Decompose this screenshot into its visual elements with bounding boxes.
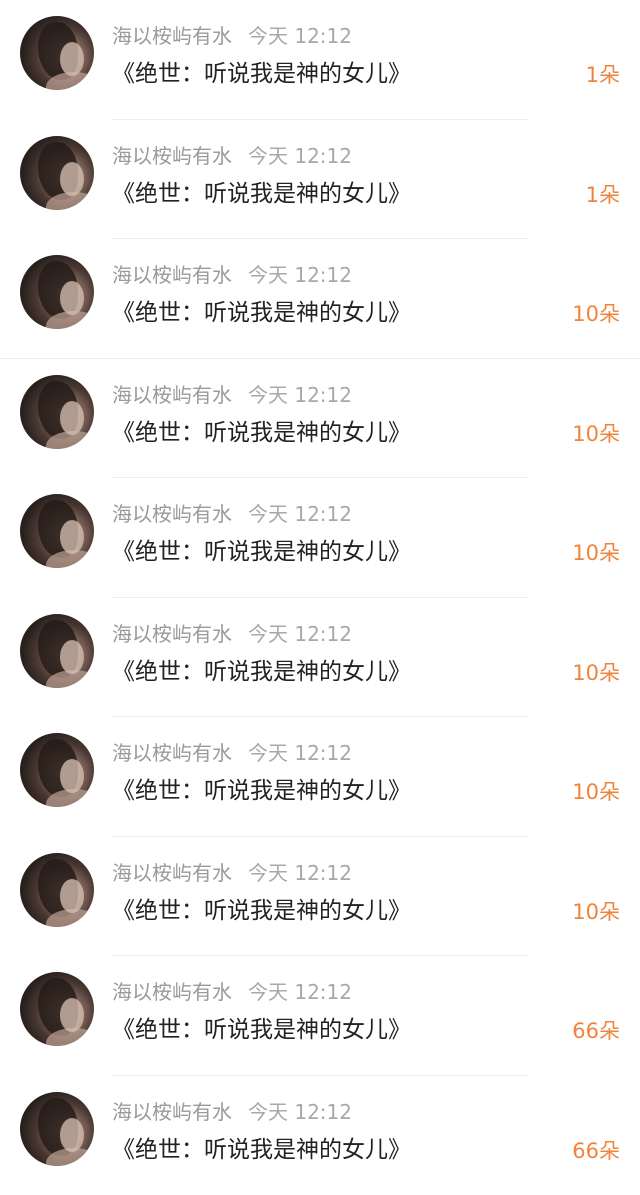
flower-count: 10朵 (572, 540, 620, 566)
list-item[interactable]: 海以桉屿有水今天 12:12 《绝世：听说我是神的女儿》 10朵 (0, 837, 640, 957)
author-name[interactable]: 海以桉屿有水 (112, 741, 232, 765)
flower-count: 10朵 (572, 301, 620, 327)
book-title[interactable]: 《绝世：听说我是神的女儿》 (112, 1016, 411, 1044)
timestamp: 今天 12:12 (248, 980, 352, 1004)
book-title[interactable]: 《绝世：听说我是神的女儿》 (112, 180, 411, 208)
book-title[interactable]: 《绝世：听说我是神的女儿》 (112, 299, 411, 327)
author-name[interactable]: 海以桉屿有水 (112, 144, 232, 168)
author-name[interactable]: 海以桉屿有水 (112, 263, 232, 287)
avatar[interactable] (20, 1092, 94, 1166)
timestamp: 今天 12:12 (248, 144, 352, 168)
item-meta: 海以桉屿有水今天 12:12 (112, 24, 352, 48)
timestamp: 今天 12:12 (248, 24, 352, 48)
item-meta: 海以桉屿有水今天 12:12 (112, 741, 352, 765)
avatar[interactable] (20, 255, 94, 329)
flower-count: 1朵 (586, 182, 620, 208)
flower-count: 10朵 (572, 899, 620, 925)
flower-count: 66朵 (572, 1138, 620, 1164)
flower-count: 10朵 (572, 660, 620, 686)
author-name[interactable]: 海以桉屿有水 (112, 622, 232, 646)
avatar[interactable] (20, 733, 94, 807)
book-title[interactable]: 《绝世：听说我是神的女儿》 (112, 1136, 411, 1164)
book-title[interactable]: 《绝世：听说我是神的女儿》 (112, 658, 411, 686)
book-title[interactable]: 《绝世：听说我是神的女儿》 (112, 897, 411, 925)
list-item[interactable]: 海以桉屿有水今天 12:12 《绝世：听说我是神的女儿》 10朵 (0, 717, 640, 837)
item-meta: 海以桉屿有水今天 12:12 (112, 502, 352, 526)
list-item[interactable]: 海以桉屿有水今天 12:12 《绝世：听说我是神的女儿》 10朵 (0, 239, 640, 359)
avatar[interactable] (20, 494, 94, 568)
author-name[interactable]: 海以桉屿有水 (112, 383, 232, 407)
item-meta: 海以桉屿有水今天 12:12 (112, 622, 352, 646)
flower-count: 10朵 (572, 421, 620, 447)
item-meta: 海以桉屿有水今天 12:12 (112, 980, 352, 1004)
avatar[interactable] (20, 853, 94, 927)
avatar[interactable] (20, 375, 94, 449)
item-meta: 海以桉屿有水今天 12:12 (112, 1100, 352, 1124)
list-item[interactable]: 海以桉屿有水今天 12:12 《绝世：听说我是神的女儿》 10朵 (0, 359, 640, 479)
avatar[interactable] (20, 614, 94, 688)
list-item[interactable]: 海以桉屿有水今天 12:12 《绝世：听说我是神的女儿》 66朵 (0, 956, 640, 1076)
timestamp: 今天 12:12 (248, 383, 352, 407)
book-title[interactable]: 《绝世：听说我是神的女儿》 (112, 60, 411, 88)
timestamp: 今天 12:12 (248, 263, 352, 287)
author-name[interactable]: 海以桉屿有水 (112, 980, 232, 1004)
timestamp: 今天 12:12 (248, 502, 352, 526)
item-meta: 海以桉屿有水今天 12:12 (112, 263, 352, 287)
list-item[interactable]: 海以桉屿有水今天 12:12 《绝世：听说我是神的女儿》 10朵 (0, 598, 640, 718)
author-name[interactable]: 海以桉屿有水 (112, 502, 232, 526)
item-meta: 海以桉屿有水今天 12:12 (112, 383, 352, 407)
list-item[interactable]: 海以桉屿有水今天 12:12 《绝世：听说我是神的女儿》 10朵 (0, 478, 640, 598)
list-item[interactable]: 海以桉屿有水今天 12:12 《绝世：听说我是神的女儿》 1朵 (0, 0, 640, 120)
timestamp: 今天 12:12 (248, 741, 352, 765)
item-meta: 海以桉屿有水今天 12:12 (112, 861, 352, 885)
gift-record-list: 海以桉屿有水今天 12:12 《绝世：听说我是神的女儿》 1朵 海以桉屿有水今天… (0, 0, 640, 1189)
author-name[interactable]: 海以桉屿有水 (112, 861, 232, 885)
timestamp: 今天 12:12 (248, 861, 352, 885)
list-item[interactable]: 海以桉屿有水今天 12:12 《绝世：听说我是神的女儿》 1朵 (0, 120, 640, 240)
flower-count: 10朵 (572, 779, 620, 805)
book-title[interactable]: 《绝世：听说我是神的女儿》 (112, 538, 411, 566)
book-title[interactable]: 《绝世：听说我是神的女儿》 (112, 777, 411, 805)
author-name[interactable]: 海以桉屿有水 (112, 24, 232, 48)
list-item[interactable]: 海以桉屿有水今天 12:12 《绝世：听说我是神的女儿》 66朵 (0, 1076, 640, 1195)
book-title[interactable]: 《绝世：听说我是神的女儿》 (112, 419, 411, 447)
item-meta: 海以桉屿有水今天 12:12 (112, 144, 352, 168)
author-name[interactable]: 海以桉屿有水 (112, 1100, 232, 1124)
avatar[interactable] (20, 16, 94, 90)
avatar[interactable] (20, 136, 94, 210)
avatar[interactable] (20, 972, 94, 1046)
timestamp: 今天 12:12 (248, 1100, 352, 1124)
flower-count: 66朵 (572, 1018, 620, 1044)
timestamp: 今天 12:12 (248, 622, 352, 646)
flower-count: 1朵 (586, 62, 620, 88)
